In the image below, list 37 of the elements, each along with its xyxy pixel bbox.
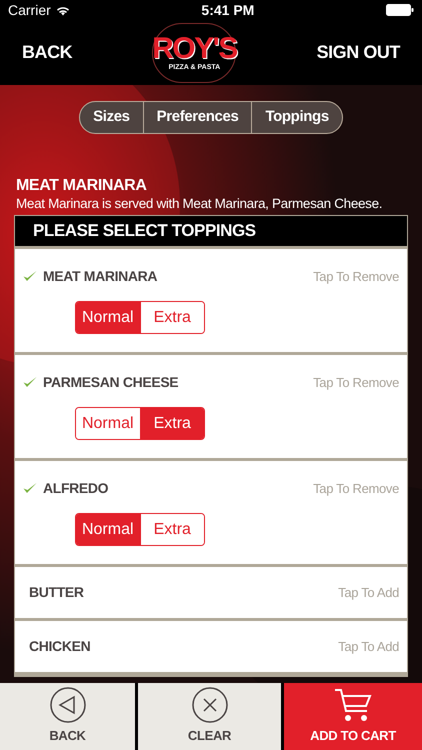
topping-name: PARMESAN CHEESE: [43, 372, 178, 392]
item-description: Meat Marinara is served with Meat Marinara, Parmesan Cheese.: [16, 196, 384, 213]
battery-icon: [386, 4, 414, 16]
tab[interactable]: Preferences: [142, 102, 252, 133]
topping-name: BUTTER: [29, 582, 84, 602]
status-time: 5:41 PM: [201, 0, 254, 20]
topping-row[interactable]: ALFREDO Tap To Remove Normal Extra: [15, 460, 407, 564]
topping-row[interactable]: PARMESAN CHEESE Tap To Remove Normal Extra: [15, 354, 407, 458]
tab[interactable]: Toppings: [251, 102, 342, 133]
toolbar-button-label: ADD TO CART: [310, 727, 396, 746]
topping-row[interactable]: BUTTER Tap To Add: [15, 566, 407, 618]
panel-header: PLEASE SELECT TOPPINGS: [15, 216, 407, 246]
item-title: MEAT MARINARA: [16, 176, 148, 196]
amount-option[interactable]: Normal: [76, 302, 140, 334]
back-icon: [50, 687, 86, 724]
tab[interactable]: Sizes: [80, 102, 143, 133]
toolbar-button[interactable]: ADD TO CART: [284, 683, 422, 750]
close-icon: [192, 687, 228, 724]
toolbar-button-label: BACK: [49, 727, 86, 746]
logo-name: ROY'S: [152, 34, 237, 64]
amount-option[interactable]: Normal: [76, 514, 140, 546]
carrier-name: Carrier: [8, 0, 51, 20]
topping-row[interactable]: MEAT MARINARA Tap To Remove Normal Extra: [15, 248, 407, 352]
toolbar-button[interactable]: CLEAR: [138, 683, 281, 750]
amount-option[interactable]: Extra: [140, 514, 204, 546]
toolbar-button-label: CLEAR: [188, 727, 232, 746]
back-link[interactable]: BACK: [22, 39, 72, 66]
topping-name: MEAT MARINARA: [43, 266, 158, 286]
topping-name: ALFREDO: [43, 478, 108, 498]
amount-option[interactable]: Extra: [140, 302, 204, 334]
sign-out-link[interactable]: SIGN OUT: [316, 39, 400, 66]
cart-icon: [334, 687, 372, 724]
topping-name: CHICKEN: [29, 636, 90, 656]
topping-row[interactable]: CHICKEN Tap To Add: [15, 620, 407, 672]
wifi-icon: [56, 4, 70, 16]
toolbar-button[interactable]: BACK: [0, 683, 135, 750]
amount-option[interactable]: Extra: [140, 408, 204, 440]
